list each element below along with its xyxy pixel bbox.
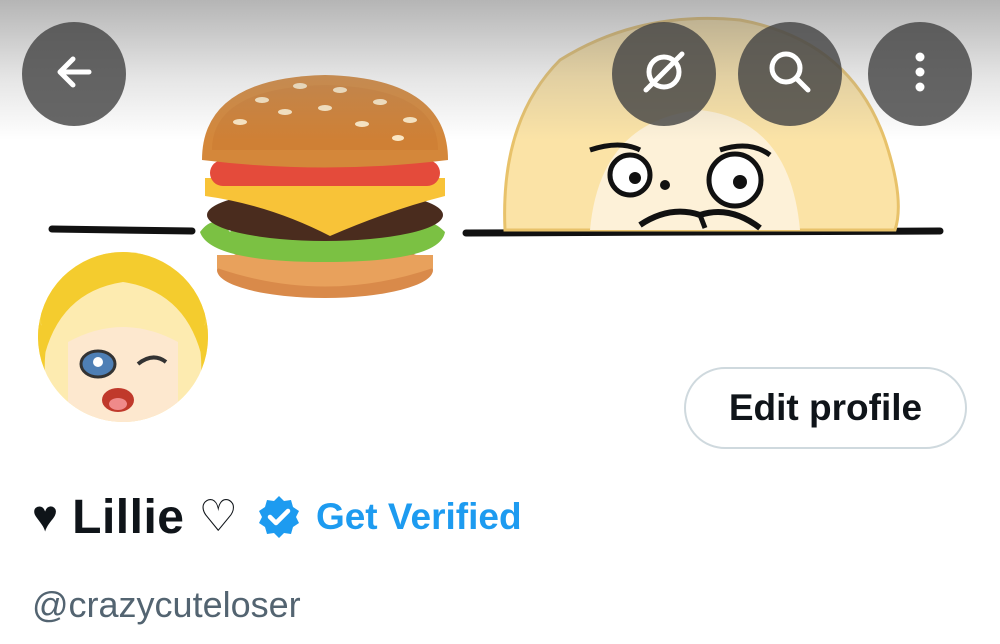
grok-icon — [638, 46, 690, 103]
back-arrow-icon — [49, 47, 99, 102]
search-icon — [764, 46, 816, 103]
hamburger-emoji — [200, 75, 448, 298]
search-button[interactable] — [738, 22, 842, 126]
edit-profile-button[interactable]: Edit profile — [684, 367, 967, 449]
get-verified-link[interactable]: Get Verified — [316, 496, 522, 538]
more-vertical-icon — [910, 47, 930, 102]
heart-decoration-right: ♡ — [198, 492, 238, 541]
avatar[interactable] — [34, 248, 212, 426]
profile-handle: @crazycuteloser — [32, 584, 301, 625]
verified-badge-icon[interactable] — [256, 494, 302, 540]
more-options-button[interactable] — [868, 22, 972, 126]
display-name: Lillie — [72, 490, 185, 544]
grok-button[interactable] — [612, 22, 716, 126]
profile-name-row: ♥ Lillie ♡ Get Verified — [32, 486, 522, 548]
heart-decoration-left: ♥ — [32, 492, 59, 541]
back-button[interactable] — [22, 22, 126, 126]
